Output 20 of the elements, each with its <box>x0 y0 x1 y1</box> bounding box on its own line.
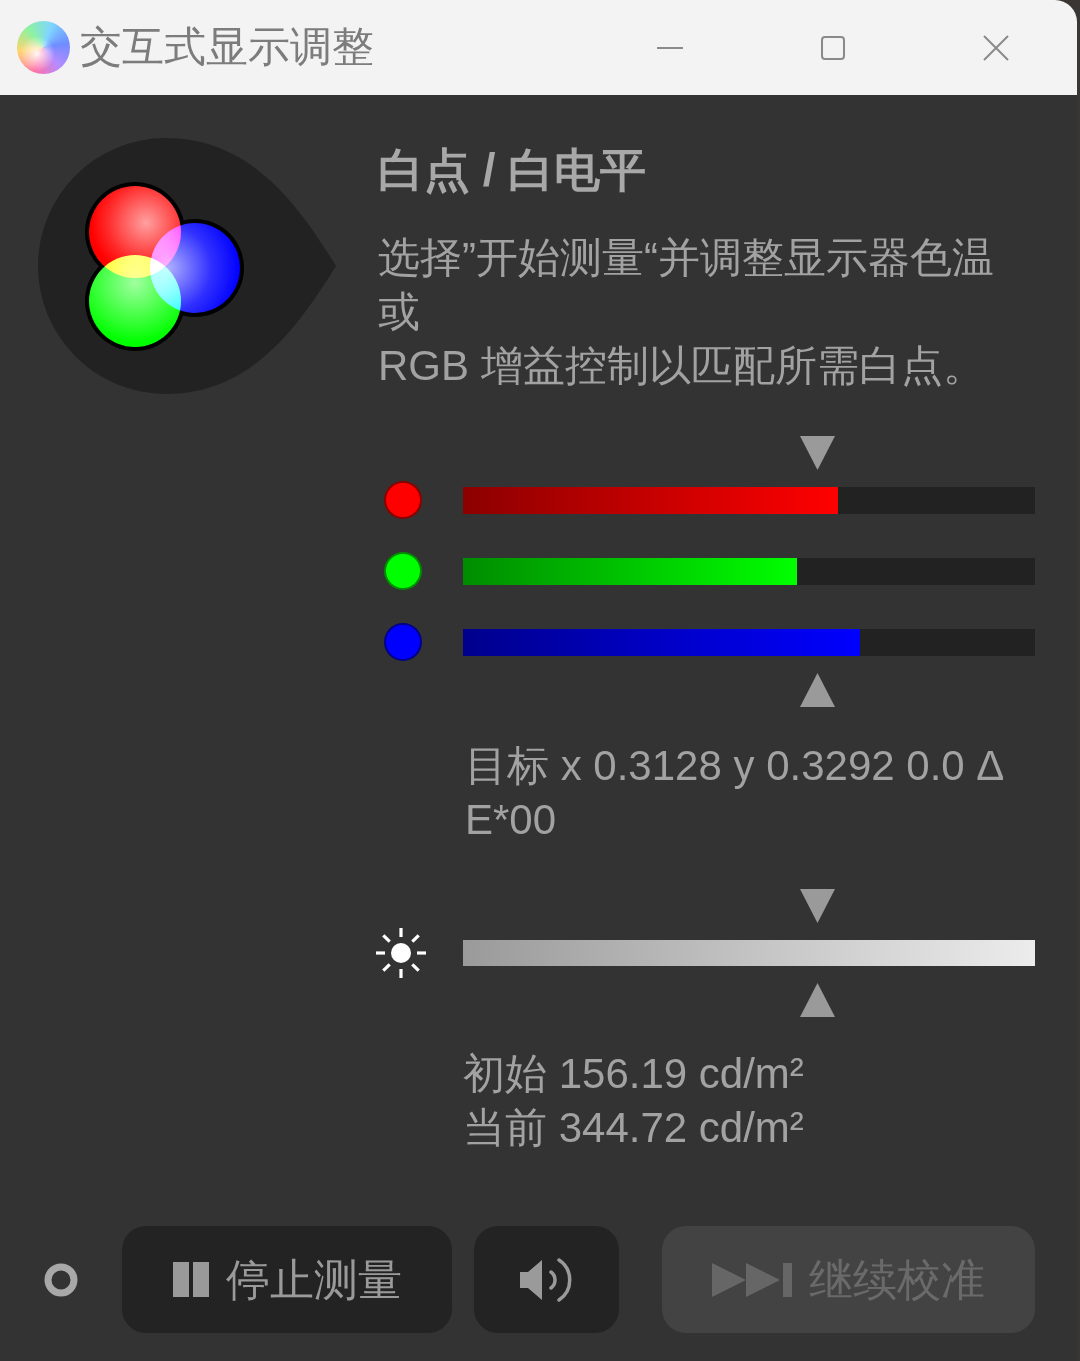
sun-icon <box>375 927 427 979</box>
sound-button[interactable] <box>474 1226 619 1333</box>
stop-measurement-button[interactable]: 停止测量 <box>122 1226 452 1333</box>
luminance-reading: 当前 344.72 cd/m² <box>463 1103 805 1153</box>
window-title: 交互式显示调整 <box>80 24 374 71</box>
up-triangle-icon <box>800 983 835 1017</box>
pause-icon <box>172 1262 209 1297</box>
minimize-icon <box>656 45 683 50</box>
section-heading: 白点 / 白电平 <box>378 143 648 198</box>
target-readout: 目标 x 0.3128 y 0.3292 0.0 Δ E*00 <box>465 741 1006 845</box>
up-triangle-icon <box>800 673 835 707</box>
skip-forward-icon <box>712 1262 792 1297</box>
close-icon <box>982 34 1009 61</box>
maximize-icon <box>820 35 845 60</box>
luminance-reading: 初始 156.19 cd/m² <box>463 1049 805 1099</box>
down-triangle-icon <box>800 436 835 470</box>
rainbow-disc-icon <box>17 21 70 74</box>
down-triangle-icon <box>800 889 835 923</box>
ring-icon <box>44 1262 78 1297</box>
description-text: 选择”开始测量“并调整显示器色温 或 RGB 增益控制以匹配所需白点。 <box>378 233 995 391</box>
